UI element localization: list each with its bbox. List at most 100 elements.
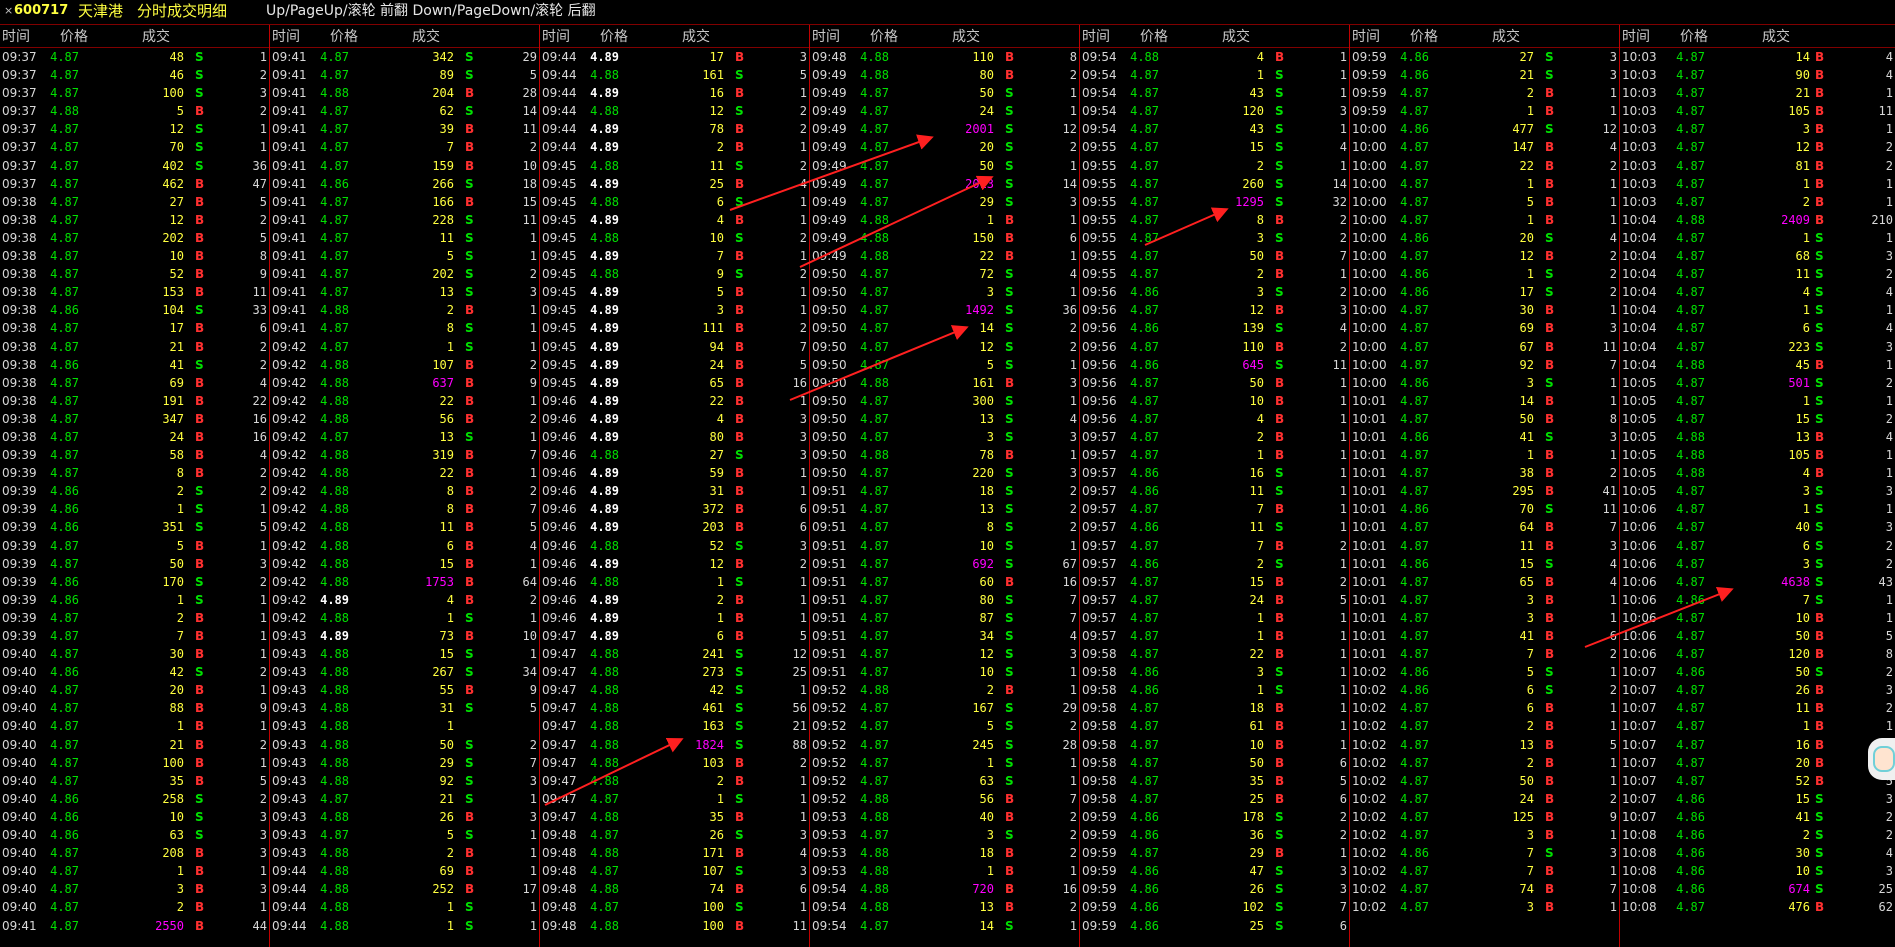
trade-price: 4.86 <box>1130 809 1159 824</box>
trade-volume: 67 <box>1519 339 1534 354</box>
trade-time: 09:57 <box>1082 502 1117 517</box>
trade-direction: B <box>735 86 745 101</box>
trade-time: 09:38 <box>2 194 37 209</box>
trade-time: 10:03 <box>1622 50 1657 64</box>
trade-volume: 92 <box>439 773 454 788</box>
trade-direction: B <box>465 466 475 481</box>
trade-time: 09:59 <box>1082 809 1117 824</box>
trade-direction: S <box>465 104 474 119</box>
trade-row: 09:54 4.87 43 S 1 <box>1080 84 1349 102</box>
trade-time: 09:44 <box>542 122 577 137</box>
trade-column-3: 时间 价格 成交 09:44 4.89 17 B 3 09:44 4.88 161 S 5 09:44 4.… <box>540 25 810 947</box>
trade-row: 09:51 4.87 80 S 7 <box>810 591 1079 609</box>
trade-time: 09:58 <box>1082 737 1117 752</box>
trade-direction: B <box>195 393 205 408</box>
trade-time: 09:59 <box>1352 68 1387 83</box>
trade-row: 09:37 4.87 46 S 2 <box>0 66 269 84</box>
trade-volume: 2 <box>1526 86 1534 101</box>
trade-volume: 1 <box>446 339 454 354</box>
trade-time: 09:49 <box>812 249 847 264</box>
trade-count: 1 <box>799 212 807 227</box>
trade-volume: 12 <box>169 212 184 227</box>
trade-direction: B <box>735 520 745 535</box>
trade-price: 4.87 <box>50 683 79 698</box>
trade-row: 10:05 4.87 1 S 1 <box>1620 392 1895 410</box>
trade-price: 4.88 <box>320 683 349 698</box>
trade-row: 09:54 4.88 720 B 16 <box>810 880 1079 898</box>
trade-price: 4.87 <box>1400 411 1429 426</box>
trade-row: 09:37 4.87 402 S 36 <box>0 157 269 175</box>
assistant-avatar-icon[interactable] <box>1868 738 1895 780</box>
trade-volume: 5 <box>986 357 994 372</box>
trade-count: 36 <box>1062 303 1077 318</box>
trade-price: 4.87 <box>1400 828 1429 843</box>
trade-volume: 29 <box>439 755 454 770</box>
trade-count: 1 <box>1339 448 1347 463</box>
close-icon[interactable]: × <box>4 2 13 20</box>
trade-price: 4.87 <box>1130 719 1159 734</box>
trade-row: 09:41 4.87 5 S 1 <box>270 247 539 265</box>
trade-row: 09:57 4.86 11 S 1 <box>1080 482 1349 500</box>
trade-price: 4.88 <box>590 701 619 716</box>
trade-time: 09:40 <box>2 864 37 879</box>
trade-count: 17 <box>522 882 537 897</box>
trade-direction: B <box>195 339 205 354</box>
trade-count: 1 <box>529 846 537 861</box>
trade-time: 09:59 <box>1352 104 1387 119</box>
trade-volume: 21 <box>169 737 184 752</box>
trade-time: 10:05 <box>1622 411 1657 426</box>
trade-volume: 477 <box>1512 122 1534 137</box>
trade-price: 4.88 <box>50 104 79 119</box>
trade-time: 09:56 <box>1082 303 1117 318</box>
trade-price: 4.87 <box>320 194 349 209</box>
trade-price: 4.86 <box>50 484 79 499</box>
trade-time: 10:01 <box>1352 484 1387 499</box>
trade-volume: 12 <box>1249 303 1264 318</box>
trade-row: 09:52 4.87 167 S 29 <box>810 699 1079 717</box>
trade-price: 4.86 <box>1400 429 1429 444</box>
trade-time: 09:45 <box>542 303 577 318</box>
trade-price: 4.87 <box>1130 592 1159 607</box>
trade-volume: 8 <box>446 321 454 336</box>
trade-direction: B <box>465 520 475 535</box>
trade-column-6: 时间 价格 成交 09:59 4.86 27 S 3 09:59 4.86 21 S 3 09:59 4.8… <box>1350 25 1620 947</box>
trade-volume: 3 <box>1526 900 1534 915</box>
trade-direction: B <box>1545 339 1555 354</box>
trade-direction: S <box>1005 466 1014 481</box>
trade-time: 09:57 <box>1082 520 1117 535</box>
trade-direction: B <box>195 321 205 336</box>
trade-time: 09:38 <box>2 285 37 300</box>
trade-row: 09:38 4.87 52 B 9 <box>0 265 269 283</box>
trade-price: 4.89 <box>590 285 619 300</box>
trade-count: 6 <box>1339 918 1347 933</box>
trade-direction: B <box>465 194 475 209</box>
trade-time: 09:49 <box>812 158 847 173</box>
trade-direction: B <box>735 285 745 300</box>
trade-price: 4.88 <box>590 538 619 553</box>
trade-price: 4.89 <box>590 249 619 264</box>
trade-price: 4.87 <box>320 122 349 137</box>
trade-time: 09:54 <box>1082 122 1117 137</box>
trade-row: 10:04 4.88 2409 B 210 <box>1620 211 1895 229</box>
trade-time: 09:48 <box>542 900 577 915</box>
trade-volume: 220 <box>972 466 994 481</box>
trade-price: 4.87 <box>860 610 889 625</box>
trade-count: 1 <box>1609 665 1617 680</box>
trade-direction: B <box>1545 574 1555 589</box>
trade-direction: B <box>735 303 745 318</box>
trade-count: 8 <box>259 249 267 264</box>
trade-time: 10:04 <box>1622 339 1657 354</box>
trade-row: 09:50 4.87 3 S 1 <box>810 283 1079 301</box>
trade-time: 09:58 <box>1082 791 1117 806</box>
trade-direction: B <box>465 556 475 571</box>
trade-time: 09:38 <box>2 411 37 426</box>
trade-time: 09:43 <box>272 647 307 662</box>
trade-row: 10:00 4.87 12 B 2 <box>1350 247 1619 265</box>
trade-count: 2 <box>1885 665 1893 680</box>
trade-detail-grid[interactable]: 时间 价格 成交 09:37 4.87 48 S 1 09:37 4.87 46 S 2 09:37 4.8… <box>0 25 1895 947</box>
trade-row: 09:58 4.87 25 B 6 <box>1080 790 1349 808</box>
trade-price: 4.88 <box>1676 429 1705 444</box>
trade-count: 1 <box>799 140 807 155</box>
trade-direction: S <box>1275 68 1284 83</box>
trade-direction: S <box>1275 864 1284 879</box>
